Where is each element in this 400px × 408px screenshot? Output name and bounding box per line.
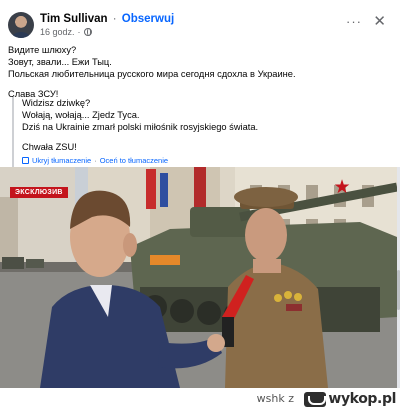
name-separator: · — [112, 13, 117, 25]
post-video[interactable]: ЭКСКЛЮЗИВ ★ — [0, 167, 397, 388]
translated-line-2: Wołają, wołają... Zjedz Tyca. — [22, 110, 140, 121]
watermark-footer: wshk z wykop.pl — [0, 390, 400, 408]
hide-translation-link[interactable]: Ukryj tłumaczenie — [32, 155, 91, 167]
rate-translation-link[interactable]: Oceń to tłumaczenie — [100, 155, 168, 167]
author-avatar[interactable] — [8, 12, 34, 38]
meta-separator: · — [77, 27, 81, 37]
wykop-wordmark: wykop.pl — [328, 391, 396, 407]
translated-slogan: Chwała ZSU! — [22, 141, 77, 152]
more-options-button[interactable]: ··· — [346, 14, 362, 29]
translation-controls: Ukryj tłumaczenie · Oceń to tłumaczenie — [22, 155, 388, 167]
translation-separator: · — [94, 155, 97, 165]
author-line: Tim Sullivan · Obserwuj — [40, 13, 174, 25]
original-line-1: Видите шлюху? — [8, 45, 77, 55]
wykop-logo: wykop.pl — [304, 391, 396, 407]
post-meta: 16 godz. · — [40, 27, 92, 37]
post-timestamp[interactable]: 16 godz. — [40, 27, 75, 37]
translated-line-3: Dziś na Ukrainie zmarł polski miłośnik r… — [22, 122, 259, 133]
zvezda-star-icon: ★ — [333, 177, 351, 198]
globe-icon — [83, 28, 92, 36]
translate-icon — [22, 157, 29, 165]
exclusive-badge: ЭКСКЛЮЗИВ — [10, 187, 68, 198]
post-header: Tim Sullivan · Obserwuj 16 godz. · ··· ✕ — [8, 10, 392, 40]
post-translation: Widzisz dziwkę? Wołają, wołają... Zjedz … — [12, 97, 388, 168]
video-frame — [0, 167, 397, 388]
wykop-icon — [304, 391, 327, 407]
facebook-post-card: Tim Sullivan · Obserwuj 16 godz. · ··· ✕… — [0, 0, 400, 390]
original-line-2: Зовут, звали... Ежи Тыц. — [8, 57, 112, 68]
translated-line-1: Widzisz dziwkę? — [22, 98, 91, 108]
watermark-username: wshk z — [256, 392, 294, 405]
post-body-original: Видите шлюху? Зовут, звали... Ежи Тыц. П… — [8, 44, 388, 100]
close-icon[interactable]: ✕ — [373, 12, 386, 30]
follow-button[interactable]: Obserwuj — [122, 13, 174, 25]
author-name[interactable]: Tim Sullivan — [40, 13, 108, 25]
original-line-3: Польская любительница русского мира сего… — [8, 69, 296, 80]
